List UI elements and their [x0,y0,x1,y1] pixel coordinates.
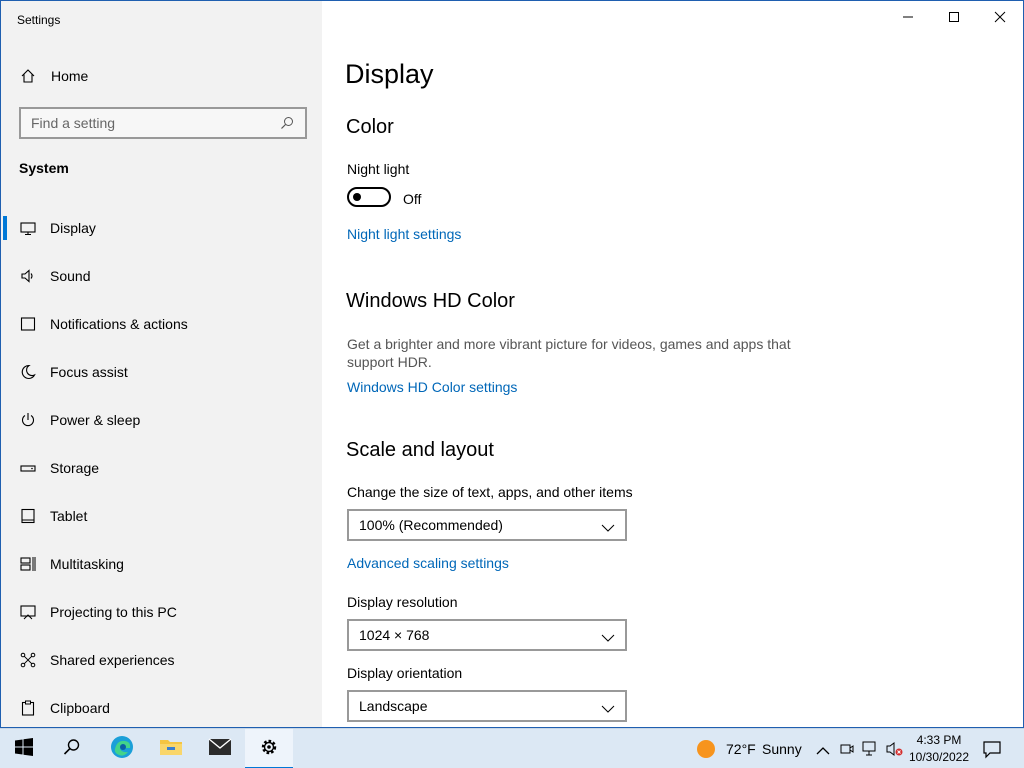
shared-icon [19,651,37,669]
scale-dropdown[interactable]: 100% (Recommended) [347,509,627,541]
storage-icon [19,459,37,477]
tablet-icon [19,507,37,525]
sidebar-item-sound[interactable]: Sound [1,252,322,300]
mail-button[interactable] [196,729,244,768]
sidebar-item-label: Clipboard [50,700,110,716]
edge-icon [109,734,135,765]
sidebar: Settings Home System Display [1,1,322,727]
night-light-toggle[interactable] [347,187,391,207]
clock[interactable]: 4:33 PM 10/30/2022 [906,732,972,766]
settings-window: Settings Home System Display [0,0,1024,728]
search-input[interactable] [31,115,279,131]
sidebar-item-projecting[interactable]: Projecting to this PC [1,588,322,636]
night-light-settings-link[interactable]: Night light settings [347,226,461,242]
sidebar-item-focus-assist[interactable]: Focus assist [1,348,322,396]
taskbar-search-button[interactable] [48,729,96,768]
sidebar-item-clipboard[interactable]: Clipboard [1,684,322,732]
notifications-icon [19,315,37,333]
projecting-icon [19,603,37,621]
sidebar-item-power-sleep[interactable]: Power & sleep [1,396,322,444]
start-icon [15,737,33,761]
chevron-up-icon[interactable] [816,743,830,761]
sidebar-item-shared-experiences[interactable]: Shared experiences [1,636,322,684]
sidebar-item-tablet[interactable]: Tablet [1,492,322,540]
orientation-value: Landscape [359,698,428,714]
app-title: Settings [17,13,61,27]
sidebar-item-multitasking[interactable]: Multitasking [1,540,322,588]
sidebar-item-label: Display [50,220,96,236]
chevron-down-icon [601,630,615,642]
sidebar-item-label: Storage [50,460,100,476]
search-icon [63,738,81,761]
sidebar-item-label: Shared experiences [50,652,175,668]
scale-layout-heading: Scale and layout [346,439,494,461]
advanced-scaling-link[interactable]: Advanced scaling settings [347,555,509,571]
hd-color-description: Get a brighter and more vibrant picture … [347,336,791,370]
moon-icon [19,363,37,381]
weather-temp[interactable]: 72°F [726,741,756,757]
size-label: Change the size of text, apps, and other… [347,484,633,500]
meet-now-icon[interactable] [840,741,854,762]
search-box[interactable] [19,107,307,139]
sidebar-item-label: Notifications & actions [50,316,188,332]
main-content: Display Color Night light Off Night ligh… [323,1,1023,727]
hd-color-settings-link[interactable]: Windows HD Color settings [347,379,517,395]
orientation-label: Display orientation [347,665,463,681]
night-light-label: Night light [347,161,410,177]
sidebar-item-label: Focus assist [50,364,128,380]
section-heading: System [19,160,69,176]
notification-center-icon[interactable] [982,739,1002,764]
hd-color-heading: Windows HD Color [346,290,515,312]
chevron-down-icon [601,701,615,713]
page-title: Display [345,59,434,89]
toggle-knob [353,193,361,201]
network-icon[interactable] [862,741,880,762]
resolution-dropdown[interactable]: 1024 × 768 [347,619,627,651]
clock-date: 10/30/2022 [908,750,970,764]
color-heading: Color [346,116,394,138]
sidebar-item-label: Sound [50,268,91,284]
edge-button[interactable] [98,729,146,768]
weather-sun-icon[interactable] [696,739,716,764]
sidebar-item-storage[interactable]: Storage [1,444,322,492]
settings-icon [259,737,279,762]
sidebar-item-label: Multitasking [50,556,124,572]
sidebar-item-display[interactable]: Display [1,204,322,252]
sidebar-nav: Display Sound Notifications & actions Fo… [1,204,322,732]
home-nav-item[interactable]: Home [19,64,88,88]
monitor-icon [19,219,37,237]
resolution-label: Display resolution [347,594,458,610]
night-light-state: Off [403,191,422,207]
search-icon[interactable] [279,115,295,131]
clipboard-icon [19,699,37,717]
orientation-dropdown[interactable]: Landscape [347,690,627,722]
multitasking-icon [19,555,37,573]
sidebar-item-label: Tablet [50,508,88,524]
scale-value: 100% (Recommended) [359,517,503,533]
file-explorer-button[interactable] [147,729,195,768]
speaker-icon [19,267,37,285]
sidebar-item-label: Projecting to this PC [50,604,177,620]
sidebar-item-label: Power & sleep [50,412,141,428]
file-explorer-icon [159,737,183,762]
chevron-down-icon [601,520,615,532]
weather-desc[interactable]: Sunny [762,741,802,757]
start-button[interactable] [0,729,48,768]
mail-icon [208,737,232,761]
power-icon [19,411,37,429]
volume-muted-icon[interactable] [886,741,904,762]
resolution-value: 1024 × 768 [359,627,430,643]
home-icon [19,67,37,85]
taskbar: 72°F Sunny 4:33 PM 10/30/2022 [0,728,1024,768]
sidebar-item-notifications[interactable]: Notifications & actions [1,300,322,348]
clock-time: 4:33 PM [916,733,962,747]
settings-taskbar-button[interactable] [245,729,293,768]
home-label: Home [51,68,89,84]
